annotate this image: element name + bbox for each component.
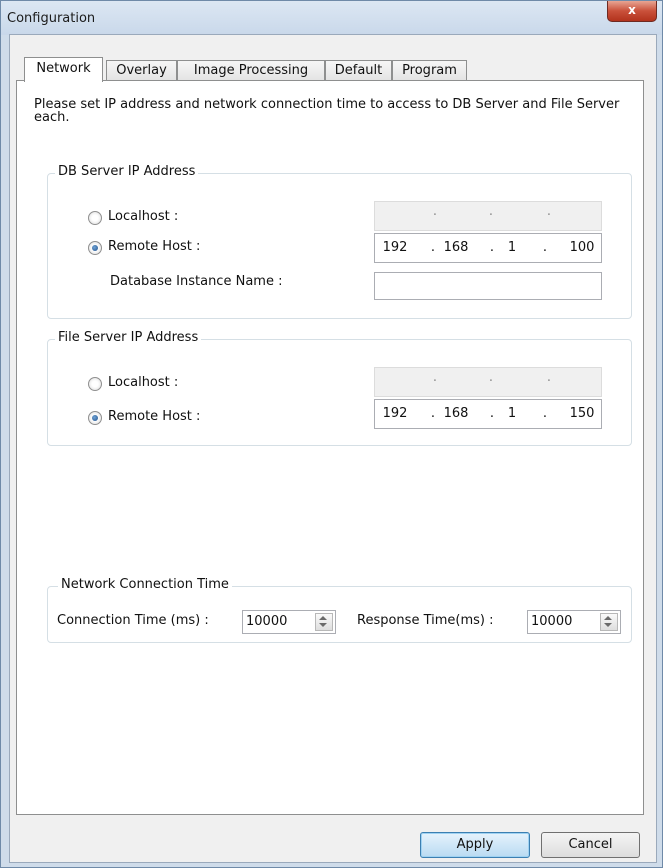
ip-octet-1[interactable]: 192 bbox=[378, 406, 412, 421]
file-localhost-label: Localhost : bbox=[108, 375, 179, 390]
db-server-group-label: DB Server IP Address bbox=[55, 164, 199, 179]
ip-dot: · bbox=[546, 208, 552, 223]
spinner-arrows-icon[interactable] bbox=[600, 613, 618, 631]
ip-dot: . bbox=[542, 406, 548, 421]
ip-octet-3[interactable]: 1 bbox=[495, 240, 529, 255]
tab-overlay[interactable]: Overlay bbox=[106, 60, 177, 81]
db-localhost-ip-field: · · · bbox=[374, 201, 602, 231]
ip-dot: · bbox=[546, 374, 552, 389]
spinner-arrows-icon[interactable] bbox=[315, 613, 333, 631]
ip-dot: · bbox=[432, 374, 438, 389]
db-localhost-label: Localhost : bbox=[108, 209, 179, 224]
ip-octet-3[interactable]: 1 bbox=[495, 406, 529, 421]
title-bar[interactable]: Configuration x bbox=[1, 1, 662, 35]
file-server-group-label: File Server IP Address bbox=[55, 330, 202, 345]
apply-button[interactable]: Apply bbox=[420, 832, 530, 858]
ip-octet-2[interactable]: 168 bbox=[439, 240, 473, 255]
ip-octet-1[interactable]: 192 bbox=[378, 240, 412, 255]
file-localhost-ip-field: · · · bbox=[374, 367, 602, 397]
file-localhost-radio[interactable] bbox=[88, 377, 102, 391]
ip-octet-2[interactable]: 168 bbox=[439, 406, 473, 421]
window-title: Configuration bbox=[7, 11, 96, 26]
ip-dot: · bbox=[488, 374, 494, 389]
instance-name-input[interactable] bbox=[374, 272, 602, 300]
ip-dot: . bbox=[430, 240, 436, 255]
cancel-button[interactable]: Cancel bbox=[541, 832, 640, 858]
file-remote-radio[interactable] bbox=[88, 411, 102, 425]
tab-network[interactable]: Network bbox=[24, 57, 103, 82]
close-icon[interactable]: x bbox=[607, 1, 657, 22]
ip-dot: . bbox=[430, 406, 436, 421]
connection-time-value[interactable]: 10000 bbox=[246, 614, 287, 629]
db-remote-label: Remote Host : bbox=[108, 239, 201, 254]
response-time-value[interactable]: 10000 bbox=[531, 614, 572, 629]
response-time-spinner[interactable]: 10000 bbox=[527, 610, 621, 634]
tab-default[interactable]: Default bbox=[325, 60, 392, 81]
connection-time-label: Connection Time (ms) : bbox=[57, 613, 209, 628]
db-remote-ip-field[interactable]: 192 . 168 . 1 . 100 bbox=[374, 233, 602, 263]
instance-name-label: Database Instance Name : bbox=[110, 274, 283, 289]
ip-octet-4[interactable]: 150 bbox=[565, 406, 599, 421]
connection-time-spinner[interactable]: 10000 bbox=[242, 610, 336, 634]
tab-program[interactable]: Program bbox=[392, 60, 467, 81]
ip-octet-4[interactable]: 100 bbox=[565, 240, 599, 255]
ip-dot: · bbox=[488, 208, 494, 223]
db-remote-radio[interactable] bbox=[88, 241, 102, 255]
ip-dot: · bbox=[432, 208, 438, 223]
tab-image-processing[interactable]: Image Processing bbox=[177, 60, 325, 81]
file-remote-ip-field[interactable]: 192 . 168 . 1 . 150 bbox=[374, 399, 602, 429]
file-remote-label: Remote Host : bbox=[108, 409, 201, 424]
ip-dot: . bbox=[542, 240, 548, 255]
response-time-label: Response Time(ms) : bbox=[357, 613, 494, 628]
network-time-group-label: Network Connection Time bbox=[58, 577, 232, 592]
description-text: Please set IP address and network connec… bbox=[34, 97, 620, 125]
db-localhost-radio[interactable] bbox=[88, 211, 102, 225]
